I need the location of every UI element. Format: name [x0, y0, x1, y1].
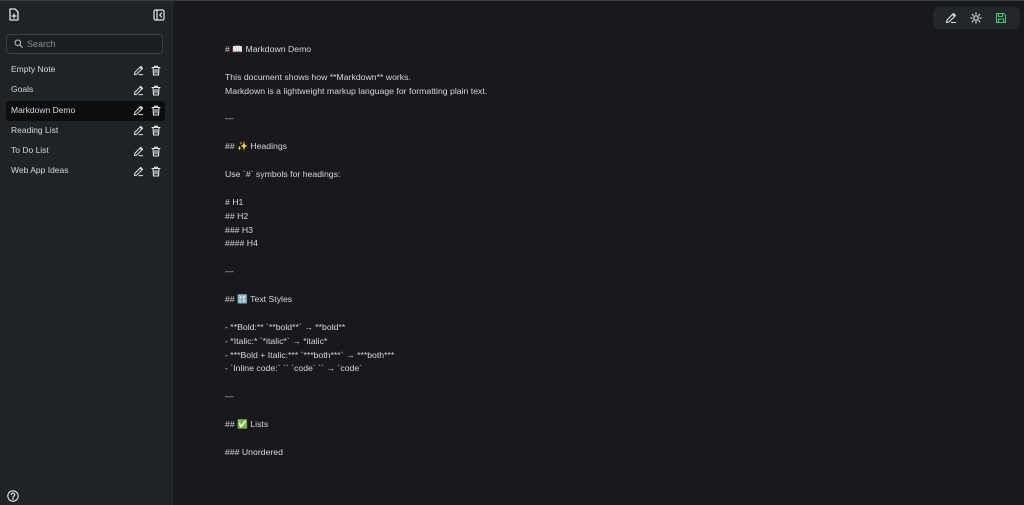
delete-note-button[interactable]	[150, 105, 162, 117]
note-item[interactable]: Goals	[6, 80, 165, 100]
note-item[interactable]: Markdown Demo	[6, 100, 165, 121]
pencil-icon	[133, 126, 143, 136]
text-line: ### Unordered	[225, 446, 283, 457]
new-note-button[interactable]	[7, 8, 20, 21]
rename-note-button[interactable]	[132, 145, 144, 157]
pencil-icon	[133, 146, 143, 156]
text-line: ## ✅ Lists	[225, 419, 269, 430]
note-title: Markdown Demo	[11, 104, 76, 115]
note-title: Empty Note	[11, 64, 56, 74]
rename-note-button[interactable]	[132, 64, 144, 76]
text-line: ## ✨ Headings	[225, 141, 288, 152]
pencil-icon	[133, 105, 143, 116]
text-line: - ***Bold + Italic:*** `***both***` → **…	[225, 349, 395, 360]
text-line: ## H2	[225, 210, 249, 221]
sidebar-header	[0, 1, 172, 29]
sidebar: Empty Note Goals Markdown Demo Reading List…	[0, 1, 173, 505]
rename-note-button[interactable]	[132, 84, 144, 96]
text-line: # 📖 Markdown Demo	[225, 44, 312, 54]
text-line: ---	[225, 113, 234, 124]
trash-icon	[151, 166, 161, 177]
trash-icon	[151, 65, 161, 76]
sidebar-collapse-icon	[152, 8, 165, 21]
delete-note-button[interactable]	[150, 125, 162, 137]
search-input[interactable]	[27, 36, 157, 52]
note-title: Goals	[11, 84, 34, 95]
note-item[interactable]: To Do List	[6, 141, 165, 161]
text-line: - **Bold:** `**bold**` → **bold**	[225, 321, 346, 332]
text-line: # H1	[225, 196, 244, 207]
search-icon	[14, 39, 23, 48]
delete-note-button[interactable]	[150, 84, 162, 96]
collapse-sidebar-button[interactable]	[152, 8, 165, 21]
search-box	[6, 34, 163, 54]
note-item[interactable]: Empty Note	[6, 60, 165, 80]
edit-mode-button[interactable]	[944, 11, 958, 25]
rename-note-button[interactable]	[132, 165, 144, 177]
delete-note-button[interactable]	[150, 165, 162, 177]
note-item[interactable]: Web App Ideas	[6, 161, 165, 181]
sun-icon	[970, 12, 982, 24]
text-line: ---	[225, 391, 234, 402]
delete-note-button[interactable]	[150, 64, 162, 76]
pencil-icon	[133, 65, 143, 75]
trash-icon	[151, 85, 161, 96]
delete-note-button[interactable]	[150, 145, 162, 157]
new-file-icon	[8, 8, 19, 21]
trash-icon	[151, 105, 161, 116]
rename-note-button[interactable]	[132, 125, 144, 137]
note-title: Web App Ideas	[11, 165, 69, 176]
pencil-icon	[945, 12, 957, 24]
note-title: Reading List	[11, 124, 59, 135]
text-line: Use `#` symbols for headings:	[225, 169, 341, 180]
text-line: - `Inline code:` `` `code` `` → `code`	[225, 363, 363, 374]
markdown-editor[interactable]: # 📖 Markdown Demo This document shows how…	[225, 43, 925, 460]
editor-toolbar	[933, 7, 1020, 29]
theme-toggle-button[interactable]	[969, 11, 983, 25]
trash-icon	[151, 126, 161, 136]
help-button[interactable]	[6, 489, 19, 502]
note-item[interactable]: Reading List	[6, 121, 165, 141]
text-line: ### H3	[225, 224, 254, 235]
save-icon	[995, 12, 1007, 24]
note-list: Empty Note Goals Markdown Demo Reading List…	[6, 60, 165, 182]
text-line: #### H4	[225, 238, 258, 249]
save-button[interactable]	[994, 11, 1008, 25]
text-line: - *Italic:* `*italic*` → *italic*	[225, 335, 328, 346]
text-line: ## 🔠 Text Styles	[225, 294, 293, 305]
text-line: This document shows how **Markdown** wor…	[225, 71, 411, 82]
pencil-icon	[133, 166, 143, 177]
text-line: Markdown is a lightweight markup languag…	[225, 85, 488, 96]
help-icon	[6, 489, 19, 502]
pencil-icon	[133, 85, 143, 95]
trash-icon	[151, 146, 161, 157]
rename-note-button[interactable]	[132, 105, 144, 117]
text-line: ---	[225, 266, 234, 277]
note-title: To Do List	[11, 145, 49, 156]
